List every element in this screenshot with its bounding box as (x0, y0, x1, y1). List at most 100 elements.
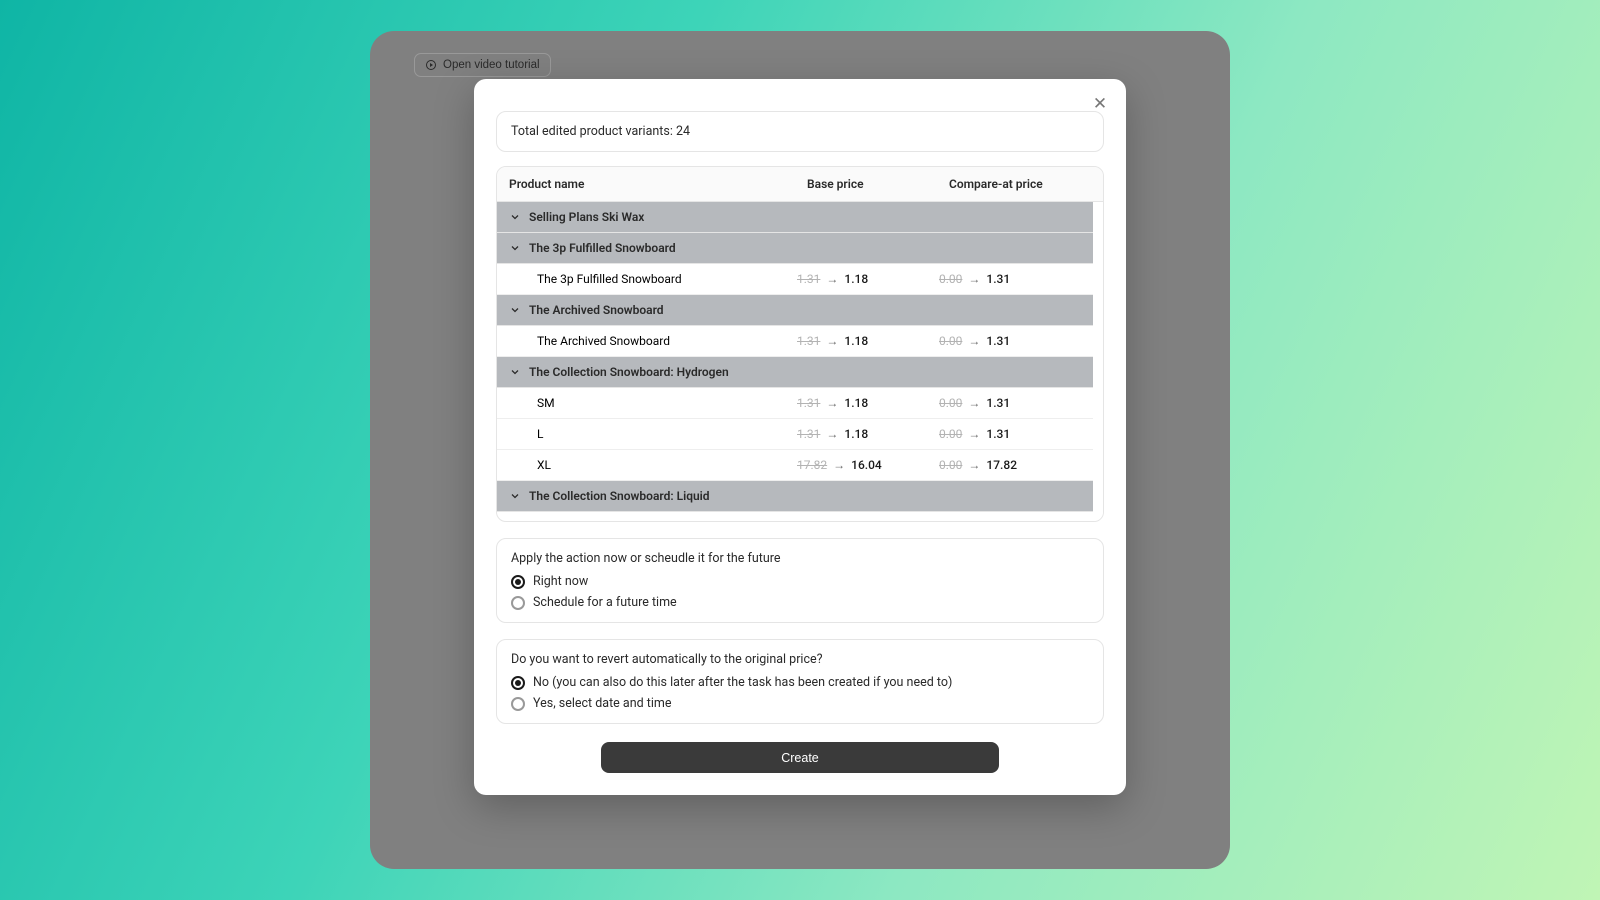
base-new: 16.04 (851, 458, 882, 472)
radio-label: Yes, select date and time (533, 696, 671, 711)
arrow-icon: → (968, 458, 980, 472)
arrow-icon: → (826, 520, 838, 521)
base-old: 1.31 (797, 427, 820, 441)
group-title: The Collection Snowboard: Liquid (529, 489, 710, 503)
col-header-compare: Compare-at price (949, 177, 1091, 191)
radio-icon (511, 575, 525, 589)
arrow-icon: → (826, 427, 838, 441)
radio-label: Right now (533, 574, 588, 589)
group-row[interactable]: Selling Plans Ski Wax (497, 202, 1093, 233)
col-header-name: Product name (509, 177, 807, 191)
schedule-title: Apply the action now or scheudle it for … (511, 551, 1089, 566)
base-old: 1.31 (797, 520, 820, 521)
variant-name: The 3p Fulfilled Snowboard (509, 272, 797, 286)
summary-card: Total edited product variants: 24 (496, 111, 1104, 152)
table-header: Product name Base price Compare-at price (497, 167, 1103, 202)
compare-new: 1.31 (986, 520, 1010, 521)
base-new: 1.18 (844, 396, 868, 410)
compare-price-cell: 0.00→1.31 (939, 427, 1081, 441)
base-old: 1.31 (797, 272, 820, 286)
play-circle-icon (425, 59, 437, 71)
arrow-icon: → (968, 334, 980, 348)
base-price-cell: 1.31 → 1.18 (797, 272, 939, 286)
group-row[interactable]: The Collection Snowboard: Hydrogen (497, 357, 1093, 388)
table-body[interactable]: Selling Plans Ski Wax The 3p Fulfilled Sn… (497, 202, 1103, 521)
group-title: Selling Plans Ski Wax (529, 210, 644, 224)
variant-name: The Collection Snowboard: Liquid (509, 520, 797, 521)
variant-row: The 3p Fulfilled Snowboard1.31→1.180.00→… (497, 264, 1093, 295)
arrow-icon: → (968, 272, 980, 286)
base-new: 1.18 (844, 520, 868, 521)
base-price-cell: 17.82 → 16.04 (797, 458, 939, 472)
base-new: 1.18 (844, 334, 868, 348)
compare-new: 1.31 (986, 272, 1010, 286)
compare-new: 1.31 (986, 334, 1010, 348)
group-row[interactable]: The 3p Fulfilled Snowboard (497, 233, 1093, 264)
create-button[interactable]: Create (601, 742, 999, 773)
radio-icon (511, 676, 525, 690)
variants-table: Product name Base price Compare-at price… (496, 166, 1104, 522)
variant-row: The Archived Snowboard1.31→1.180.00→1.31 (497, 326, 1093, 357)
variant-name: L (509, 427, 797, 441)
base-price-cell: 1.31 → 1.18 (797, 520, 939, 521)
compare-price-cell: 0.00 → 1.31 (939, 272, 1081, 286)
revert-title: Do you want to revert automatically to t… (511, 652, 1089, 667)
compare-price-cell: 0.00→1.31 (939, 396, 1081, 410)
variant-row: XL17.82 → 16.040.00 → 17.82 (497, 450, 1093, 481)
chevron-down-icon (509, 490, 521, 502)
base-new: 1.18 (844, 272, 868, 286)
compare-price-cell: 0.00→17.82 (939, 458, 1081, 472)
chevron-down-icon (509, 211, 521, 223)
group-row[interactable]: The Collection Snowboard: Liquid (497, 481, 1093, 512)
compare-old: 0.00 (939, 334, 962, 348)
group-title: The Collection Snowboard: Hydrogen (529, 365, 729, 379)
variant-row: L1.31→1.180.00→1.31 (497, 419, 1093, 450)
price-edit-modal: ✕ Total edited product variants: 24 Prod… (474, 79, 1126, 795)
chevron-down-icon (509, 242, 521, 254)
close-button[interactable]: ✕ (1088, 91, 1112, 115)
group-title: The 3p Fulfilled Snowboard (529, 241, 676, 255)
compare-new: 1.31 (986, 396, 1010, 410)
base-price-cell: 1.31 → 1.18 (797, 427, 939, 441)
base-old: 17.82 (797, 458, 827, 472)
revert-option[interactable]: No (you can also do this later after the… (511, 675, 1089, 690)
variant-name: SM (509, 396, 797, 410)
close-icon: ✕ (1093, 94, 1107, 113)
variant-row: SM1.31→1.180.00→1.31 (497, 388, 1093, 419)
compare-old: 0.00 (939, 427, 962, 441)
variant-row: The Collection Snowboard: Liquid1.31→1.1… (497, 512, 1093, 521)
compare-old: 0.00 (939, 396, 962, 410)
chevron-down-icon (509, 304, 521, 316)
compare-new: 1.31 (986, 427, 1010, 441)
app-window: Open video tutorial ✕ Total edited produ… (370, 31, 1230, 869)
revert-card: Do you want to revert automatically to t… (496, 639, 1104, 724)
variant-name: XL (509, 458, 797, 472)
radio-icon (511, 697, 525, 711)
group-row[interactable]: The Archived Snowboard (497, 295, 1093, 326)
arrow-icon: → (826, 272, 838, 286)
base-old: 1.31 (797, 396, 820, 410)
arrow-icon: → (968, 520, 980, 521)
open-tutorial-button[interactable]: Open video tutorial (414, 53, 551, 77)
compare-price-cell: 0.00 → 1.31 (939, 334, 1081, 348)
schedule-option[interactable]: Right now (511, 574, 1089, 589)
base-new: 1.18 (844, 427, 868, 441)
schedule-option[interactable]: Schedule for a future time (511, 595, 1089, 610)
variant-name: The Archived Snowboard (509, 334, 797, 348)
base-price-cell: 1.31 → 1.18 (797, 334, 939, 348)
compare-old: 0.00 (939, 458, 962, 472)
compare-old: 0.00 (939, 520, 962, 521)
radio-label: No (you can also do this later after the… (533, 675, 952, 690)
arrow-icon: → (826, 396, 838, 410)
radio-icon (511, 596, 525, 610)
arrow-icon: → (826, 334, 838, 348)
base-old: 1.31 (797, 334, 820, 348)
summary-count: 24 (676, 124, 690, 139)
compare-old: 0.00 (939, 272, 962, 286)
col-header-base: Base price (807, 177, 949, 191)
revert-option[interactable]: Yes, select date and time (511, 696, 1089, 711)
summary-prefix: Total edited product variants: (511, 124, 676, 139)
schedule-card: Apply the action now or scheudle it for … (496, 538, 1104, 623)
arrow-icon: → (833, 458, 845, 472)
chevron-down-icon (509, 366, 521, 378)
